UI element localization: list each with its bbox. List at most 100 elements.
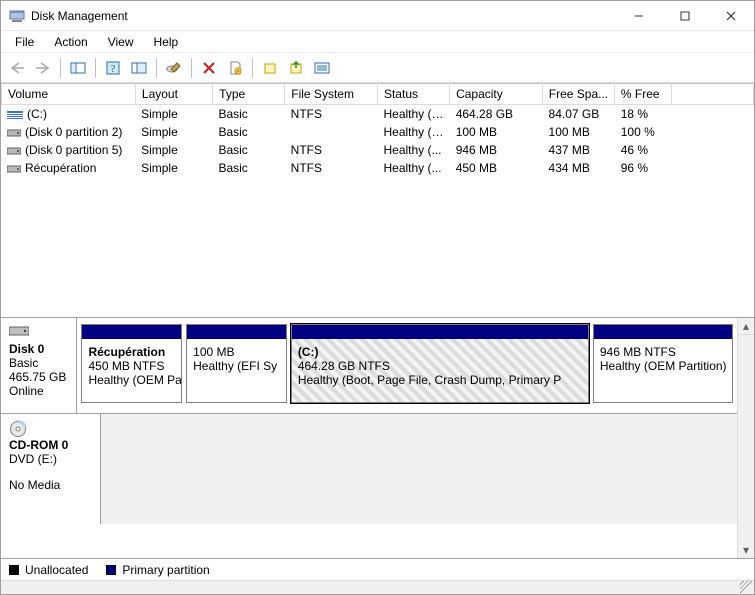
disk-state: Online <box>9 384 68 398</box>
delete-button[interactable] <box>197 56 221 80</box>
partition-size: 100 MB <box>193 345 280 359</box>
partition-status: Healthy (Boot, Page File, Crash Dump, Pr… <box>298 373 582 387</box>
properties-button[interactable] <box>223 56 247 80</box>
col-volume[interactable]: Volume <box>2 84 136 105</box>
col-layout[interactable]: Layout <box>135 84 212 105</box>
cell-type: Basic <box>212 141 284 159</box>
cell-status: Healthy (... <box>377 159 449 177</box>
volume-name: (Disk 0 partition 2) <box>25 125 122 139</box>
cell-pct: 96 % <box>615 159 672 177</box>
disk-label[interactable]: CD-ROM 0DVD (E:) No Media <box>1 414 101 524</box>
disk-state: No Media <box>9 478 92 492</box>
new-volume-button[interactable] <box>258 56 282 80</box>
window-title: Disk Management <box>31 9 128 23</box>
app-icon <box>9 8 25 24</box>
volume-name: (Disk 0 partition 5) <box>25 143 122 157</box>
cell-layout: Simple <box>135 159 212 177</box>
volume-table-header[interactable]: Volume Layout Type File System Status Ca… <box>2 84 754 105</box>
cell-status: Healthy (E... <box>377 123 449 141</box>
partition-area: Récupération450 MB NTFSHealthy (OEM Part… <box>77 318 737 413</box>
disk-title: CD-ROM 0 <box>9 438 92 452</box>
table-row[interactable]: (Disk 0 partition 5)SimpleBasicNTFSHealt… <box>1 141 754 159</box>
disk-type: DVD (E:) <box>9 452 92 466</box>
drive-icon <box>7 164 21 174</box>
attach-vhd-button[interactable] <box>284 56 308 80</box>
cell-fs <box>285 123 378 141</box>
cell-layout: Simple <box>135 123 212 141</box>
minimize-button[interactable] <box>616 1 662 31</box>
col-type[interactable]: Type <box>213 84 285 105</box>
partition-status: Healthy (EFI Sy <box>193 359 280 373</box>
scroll-track[interactable] <box>738 335 754 541</box>
statusbar <box>1 580 754 594</box>
partition-cap <box>187 325 286 339</box>
col-free[interactable]: Free Spa... <box>542 84 614 105</box>
maximize-button[interactable] <box>662 1 708 31</box>
partition[interactable]: (C:)464.28 GB NTFSHealthy (Boot, Page Fi… <box>291 324 589 403</box>
volume-table-body-wrap[interactable]: (C:)SimpleBasicNTFSHealthy (B...464.28 G… <box>1 105 754 317</box>
table-row[interactable]: (Disk 0 partition 2) SimpleBasic Healthy (… <box>1 123 754 141</box>
cell-free: 437 MB <box>543 141 615 159</box>
scroll-up-button[interactable]: ▴ <box>738 318 754 335</box>
legend-primary: Primary partition <box>122 563 209 577</box>
cell-fs: NTFS <box>285 105 378 123</box>
col-fs[interactable]: File System <box>285 84 378 105</box>
forward-button[interactable] <box>31 56 55 80</box>
cell-type: Basic <box>212 105 284 123</box>
menu-help[interactable]: Help <box>144 33 189 51</box>
menu-file[interactable]: File <box>5 33 44 51</box>
cell-status: Healthy (... <box>377 141 449 159</box>
unallocated-swatch <box>9 565 19 575</box>
drive-icon <box>7 146 21 156</box>
show-hide-console-tree-button[interactable] <box>66 56 90 80</box>
menubar: File Action View Help <box>1 31 754 53</box>
disk-type: Basic <box>9 356 68 370</box>
vertical-scrollbar[interactable]: ▴ ▾ <box>737 318 754 558</box>
partition[interactable]: 946 MB NTFSHealthy (OEM Partition) <box>593 324 733 403</box>
col-empty[interactable] <box>671 84 753 105</box>
refresh-button[interactable] <box>127 56 151 80</box>
partition[interactable]: Récupération450 MB NTFSHealthy (OEM Part… <box>81 324 182 403</box>
back-button[interactable] <box>5 56 29 80</box>
cell-type: Basic <box>212 123 284 141</box>
hdd-icon <box>9 324 68 340</box>
disk-row: CD-ROM 0DVD (E:) No Media <box>1 414 737 524</box>
graphical-view-pane: Disk 0Basic465.75 GBOnlineRécupération45… <box>1 318 754 558</box>
menu-view[interactable]: View <box>98 33 144 51</box>
menu-action[interactable]: Action <box>44 33 97 51</box>
partition-name: Récupération <box>88 345 175 359</box>
cell-capacity: 450 MB <box>450 159 543 177</box>
partition-size: 946 MB NTFS <box>600 345 726 359</box>
cell-capacity: 100 MB <box>450 123 543 141</box>
partition-size: 464.28 GB NTFS <box>298 359 582 373</box>
volume-name: Récupération <box>25 161 96 175</box>
cell-free: 100 MB <box>543 123 615 141</box>
cell-fs: NTFS <box>285 159 378 177</box>
col-capacity[interactable]: Capacity <box>450 84 543 105</box>
table-row[interactable]: (C:)SimpleBasicNTFSHealthy (B...464.28 G… <box>1 105 754 123</box>
legend: Unallocated Primary partition <box>1 558 754 580</box>
col-status[interactable]: Status <box>377 84 449 105</box>
partition-status: Healthy (OEM Partition) <box>600 359 726 373</box>
cell-layout: Simple <box>135 141 212 159</box>
partition-cap <box>292 325 588 339</box>
help-button[interactable]: ? <box>101 56 125 80</box>
graphical-view[interactable]: Disk 0Basic465.75 GBOnlineRécupération45… <box>1 318 737 558</box>
partition[interactable]: 100 MBHealthy (EFI Sy <box>186 324 287 403</box>
drive-icon <box>7 111 23 119</box>
resize-grip[interactable] <box>740 581 752 593</box>
col-pct[interactable]: % Free <box>614 84 671 105</box>
cd-icon <box>9 420 92 436</box>
scroll-down-button[interactable]: ▾ <box>738 541 754 558</box>
action-list-button[interactable] <box>310 56 334 80</box>
settings-button[interactable] <box>162 56 186 80</box>
disk-size: 465.75 GB <box>9 370 68 384</box>
disk-management-window: Disk Management File Action View Help ? <box>0 0 755 595</box>
close-button[interactable] <box>708 1 754 31</box>
volume-list-pane: Volume Layout Type File System Status Ca… <box>1 83 754 318</box>
cell-free: 434 MB <box>543 159 615 177</box>
cell-free: 84.07 GB <box>543 105 615 123</box>
table-row[interactable]: RécupérationSimpleBasicNTFSHealthy (...4… <box>1 159 754 177</box>
cell-type: Basic <box>212 159 284 177</box>
disk-label[interactable]: Disk 0Basic465.75 GBOnline <box>1 318 77 413</box>
